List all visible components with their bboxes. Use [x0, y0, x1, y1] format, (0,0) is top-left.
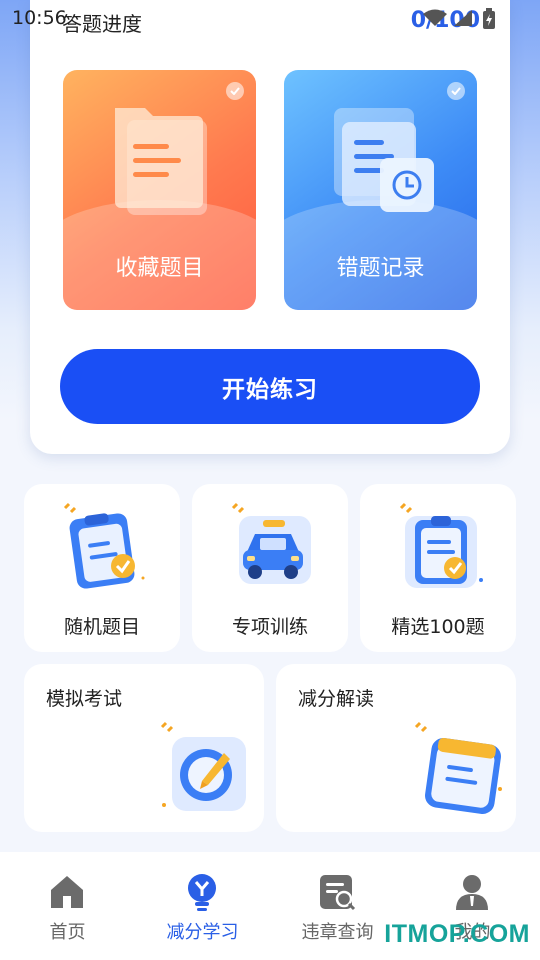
- special-training-label: 专项训练: [231, 616, 308, 638]
- mock-exam-label: 模拟考试: [46, 688, 123, 710]
- check-icon: [226, 82, 244, 100]
- selected-100-tile[interactable]: 精选100题: [360, 484, 516, 652]
- calendar-notepad-icon: [414, 721, 502, 814]
- folder-icon: [115, 108, 207, 215]
- random-questions-label: 随机题目: [63, 616, 140, 638]
- selected-100-label: 精选100题: [391, 616, 485, 638]
- car-icon: [231, 502, 311, 584]
- clipboard-check-icon: [63, 502, 145, 589]
- signal-icon: [454, 10, 472, 26]
- bulb-icon: [188, 874, 216, 911]
- doc-search-icon: [320, 875, 356, 911]
- favorites-label: 收藏题目: [115, 256, 204, 281]
- point-reduction-label: 减分解读: [298, 688, 375, 710]
- document-clock-icon: [334, 108, 434, 212]
- check-icon: [447, 82, 465, 100]
- exam-pen-icon: [160, 721, 246, 811]
- nav-home-label: 首页: [49, 922, 86, 943]
- person-icon: [456, 875, 488, 910]
- nav-home[interactable]: 首页: [0, 852, 135, 960]
- clipboard-list-icon: [399, 502, 483, 588]
- home-icon: [51, 876, 83, 908]
- favorites-card[interactable]: 收藏题目: [63, 70, 256, 310]
- status-icons: [422, 8, 500, 30]
- nav-study-label: 减分学习: [166, 922, 239, 943]
- point-reduction-tile[interactable]: 减分解读: [276, 664, 516, 832]
- wifi-icon: [423, 9, 447, 26]
- nav-study[interactable]: 减分学习: [135, 852, 270, 960]
- start-practice-button[interactable]: 开始练习: [60, 349, 480, 424]
- progress-label: 答题进度: [62, 12, 142, 36]
- watermark: ITMOP.COM: [384, 920, 530, 948]
- special-training-tile[interactable]: 专项训练: [192, 484, 348, 652]
- battery-icon: [483, 8, 495, 29]
- mock-exam-tile[interactable]: 模拟考试: [24, 664, 264, 832]
- random-questions-tile[interactable]: 随机题目: [24, 484, 180, 652]
- status-time: 10:56: [12, 7, 67, 29]
- wrong-answers-label: 错题记录: [336, 256, 425, 281]
- wrong-answers-card[interactable]: 错题记录: [284, 70, 477, 310]
